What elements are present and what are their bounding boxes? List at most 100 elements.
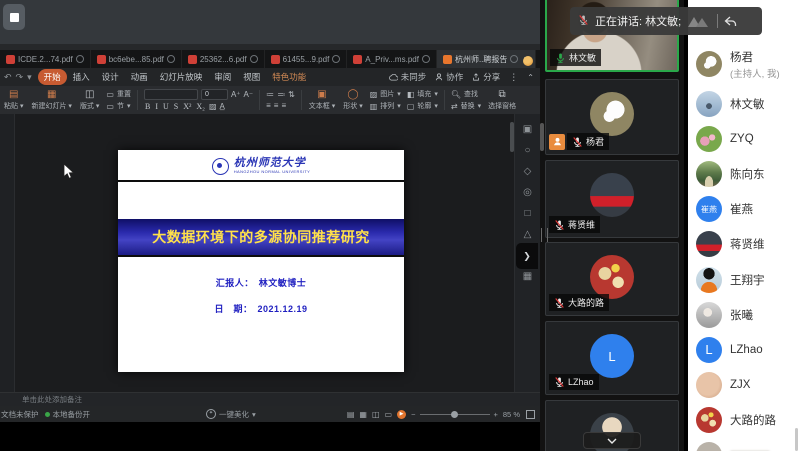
format-S-button[interactable]: S	[173, 102, 179, 111]
menu-tab-插入[interactable]: 插入	[67, 69, 96, 85]
video-tile[interactable]: L LZhao	[545, 321, 679, 395]
zoom-percent[interactable]: 85 %	[503, 410, 520, 419]
participant-scrollbar[interactable]	[795, 428, 798, 451]
bullet-list-icon[interactable]: ≔	[266, 90, 274, 99]
shapes-button[interactable]: ◯ 形状 ▾	[339, 90, 366, 111]
font-size-input[interactable]: 0	[201, 89, 228, 100]
document-tab[interactable]: bc6ebe...85.pdf	[91, 50, 182, 68]
slide[interactable]: 杭州师范大学 HANGZHOU NORMAL UNIVERSITY 大数据环境下…	[118, 150, 404, 372]
slide-sorter-icon[interactable]: ▦	[359, 410, 367, 419]
participant-row[interactable]: 林文敏	[688, 86, 799, 121]
menu-tab-幻灯片放映[interactable]: 幻灯片放映	[154, 69, 209, 85]
participant-row[interactable]: 张曦	[688, 297, 799, 332]
number-list-icon[interactable]: ≕	[277, 90, 285, 99]
rail-panel-icon-8[interactable]: ▦	[523, 271, 532, 282]
zoom-in-icon[interactable]: +	[494, 410, 498, 419]
menu-tab-开始[interactable]: 开始	[38, 69, 67, 85]
panel-resize-handle[interactable]	[541, 228, 548, 242]
zoom-slider[interactable]	[420, 414, 490, 415]
slideshow-play-button[interactable]: ▶	[397, 410, 406, 419]
undo-icon[interactable]: ↶	[4, 72, 12, 83]
selection-pane-button[interactable]: ⧉ 选择窗格	[484, 90, 520, 111]
participant-row[interactable]: 崔燕崔燕	[688, 192, 799, 227]
replace-button[interactable]: ⇄替换 ▾	[451, 101, 481, 111]
menu-tab-审阅[interactable]: 审阅	[208, 69, 237, 85]
rail-panel-icon-6[interactable]: △	[524, 229, 532, 240]
rail-panel-icon-4[interactable]: ◎	[523, 187, 532, 198]
fill-button[interactable]: ◧填充 ▾	[407, 89, 438, 99]
format-X₂-button[interactable]: X₂	[195, 102, 206, 111]
highlight-color-icon[interactable]: ▨	[209, 102, 217, 111]
document-tab[interactable]: 25362...6.pdf	[182, 50, 265, 68]
participant-row[interactable]: ZJX	[688, 368, 799, 403]
menu-tab-特色功能[interactable]: 特色功能	[266, 69, 312, 85]
restore-window-icon[interactable]	[724, 16, 737, 27]
participant-row[interactable]: 蒋贤维	[688, 227, 799, 262]
rail-panel-icon-5[interactable]: □	[524, 208, 530, 219]
align-left-icon[interactable]: ≡	[266, 101, 271, 110]
rail-panel-icon-2[interactable]: ○	[524, 145, 530, 156]
slide-thumbnail-panel[interactable]	[0, 114, 15, 392]
stop-share-button[interactable]	[3, 4, 25, 30]
strip-scrollbar[interactable]	[540, 123, 544, 151]
document-tab[interactable]: ICDE.2...74.pdf	[0, 50, 91, 68]
document-tab[interactable]: 杭州师..聘报告×	[437, 50, 536, 68]
text-box-button[interactable]: ▣ 文本框 ▾	[305, 90, 339, 111]
layout-button[interactable]: ◫ 版式 ▾	[76, 90, 103, 111]
align-center-icon[interactable]: ≡	[274, 101, 279, 110]
notes-bar[interactable]: 单击此处添加备注	[0, 392, 540, 406]
document-tab[interactable]: 61455...9.pdf	[265, 50, 348, 68]
participant-row[interactable]: LLZhao	[688, 332, 799, 367]
history-dropdown-icon[interactable]: ▾	[27, 72, 32, 83]
rail-panel-icon-3[interactable]: ◇	[524, 166, 532, 177]
rail-panel-icon-1[interactable]: ▣	[523, 124, 532, 135]
document-tab[interactable]: A_Priv...ms.pdf	[347, 50, 437, 68]
sync-status[interactable]: 未同步	[389, 71, 427, 83]
video-tile[interactable]: 杨君	[545, 79, 679, 155]
section-button[interactable]: ▭节 ▾	[106, 101, 131, 111]
font-color-icon[interactable]: A̲	[220, 102, 225, 111]
video-tile[interactable]: 蒋贤维	[545, 160, 679, 238]
collaborate-button[interactable]: 协作	[435, 71, 463, 83]
menu-tab-视图[interactable]: 视图	[237, 69, 266, 85]
picture-button[interactable]: ▨图片 ▾	[370, 89, 401, 99]
expand-panel-button[interactable]: ❯	[516, 243, 538, 269]
participant-row[interactable]: 王翔宇	[688, 262, 799, 297]
find-button[interactable]: 🔍︎查找	[451, 89, 481, 99]
menu-tab-动画[interactable]: 动画	[125, 69, 154, 85]
font-name-input[interactable]	[144, 89, 198, 100]
increase-font-icon[interactable]: A⁺	[231, 90, 241, 99]
collapse-ribbon-icon[interactable]: ⌃	[527, 73, 534, 82]
reading-view-icon[interactable]: ◫	[372, 410, 380, 419]
reset-button[interactable]: ▭重置	[106, 89, 131, 99]
collapse-videos-button[interactable]	[583, 432, 641, 449]
menu-tab-设计[interactable]: 设计	[96, 69, 125, 85]
account-avatar[interactable]	[523, 56, 533, 66]
align-right-icon[interactable]: ≡	[281, 101, 286, 110]
more-menu-icon[interactable]: ⋮	[509, 72, 518, 83]
outline-button[interactable]: ▢轮廓 ▾	[407, 101, 438, 111]
format-X²-button[interactable]: X²	[182, 102, 192, 111]
zoom-slider-knob[interactable]	[451, 411, 458, 418]
normal-view-icon[interactable]: ▤	[347, 410, 355, 419]
notes-view-icon[interactable]: ▭	[385, 410, 393, 419]
participant-row[interactable]: ZYQ	[688, 121, 799, 156]
share-button[interactable]: 分享	[472, 71, 500, 83]
speaking-indicator-bar[interactable]: 正在讲话: 林文敏;	[570, 7, 762, 35]
zoom-out-icon[interactable]: −	[411, 410, 415, 419]
arrange-button[interactable]: ▥排列 ▾	[370, 101, 401, 111]
line-spacing-icon[interactable]: ⇅	[288, 90, 295, 99]
format-U-button[interactable]: U	[162, 102, 170, 111]
format-I-button[interactable]: I	[154, 102, 159, 111]
redo-icon[interactable]: ↷	[16, 72, 24, 83]
participant-row[interactable]: 大路的路	[688, 403, 799, 438]
paste-button[interactable]: ▤ 粘贴 ▾	[0, 90, 27, 111]
fit-slide-icon[interactable]	[526, 410, 535, 419]
participant-row[interactable]: 陈向东	[688, 156, 799, 191]
beautify-button[interactable]: ✦ 一键美化▾	[206, 409, 256, 420]
participant-row[interactable]	[688, 438, 799, 451]
decrease-font-icon[interactable]: A⁻	[244, 90, 254, 99]
new-slide-button[interactable]: ▦ 新建幻灯片 ▾	[27, 90, 75, 111]
video-tile[interactable]: 大路的路	[545, 242, 679, 316]
format-B-button[interactable]: B	[144, 102, 151, 111]
